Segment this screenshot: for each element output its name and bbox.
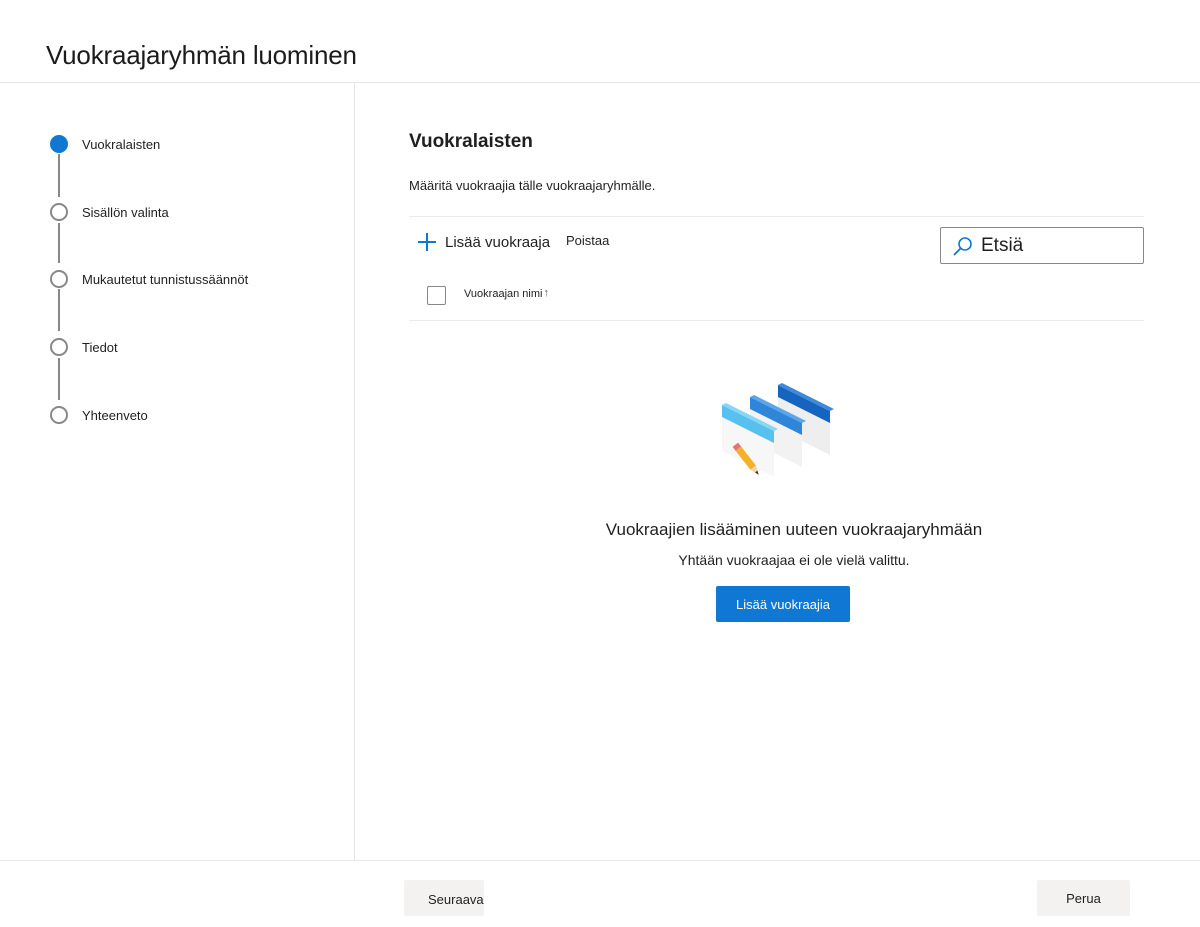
step-content-selection[interactable]: Sisällön valinta [50,202,169,222]
search-input[interactable] [981,234,1131,257]
step-label: Vuokralaisten [82,137,161,152]
select-all-checkbox[interactable] [427,286,446,305]
step-pending-dot-icon [50,270,68,288]
next-button[interactable]: Seuraava [404,880,484,916]
plus-icon [417,232,437,252]
section-description: Määritä vuokraajia tälle vuokraajaryhmäl… [409,178,656,193]
add-tenant-label: Lisää vuokraaja [445,233,551,251]
step-custom-rules[interactable]: Mukautetut tunnistussäännöt [50,269,248,289]
column-header-tenant-name[interactable]: Vuokraajan nimi ↑ [464,286,549,301]
toolbar-divider [409,216,1144,217]
add-tenants-button[interactable]: Lisää vuokraajia [716,586,850,622]
step-connector [58,154,60,197]
step-label: Sisällön valinta [82,205,169,220]
step-connector [58,358,60,400]
sort-up-icon: ↑ [543,286,549,299]
header-divider [0,82,1200,83]
step-current-dot-icon [50,135,68,153]
sidebar-divider [354,83,355,860]
section-heading: Vuokralaisten [409,131,533,152]
step-pending-dot-icon [50,203,68,221]
step-connector [58,289,60,331]
step-label: Tiedot [82,340,118,355]
footer-divider [0,860,1200,861]
step-summary[interactable]: Yhteenveto [50,405,148,425]
empty-state-title: Vuokraajien lisääminen uuteen vuokraajar… [605,520,983,539]
page-title: Vuokraajaryhmän luominen [46,40,357,70]
empty-state-illustration [722,383,834,477]
next-button-label: Seuraava [428,892,484,907]
empty-state-subtitle: Yhtään vuokraajaa ei ole vielä valittu. [678,552,910,568]
column-header-label: Vuokraajan nimi [464,288,543,300]
step-tenants[interactable]: Vuokralaisten [50,134,160,154]
cancel-button[interactable]: Perua [1037,880,1130,916]
search-icon [953,236,972,255]
wizard-stepper: Vuokralaisten Sisällön valinta Mukautetu… [50,134,350,434]
step-connector [58,223,60,263]
add-tenant-button[interactable]: Lisää vuokraaja [417,231,550,253]
step-pending-dot-icon [50,406,68,424]
step-label: Mukautetut tunnistussäännöt [82,272,249,287]
remove-button[interactable]: Poistaa [566,233,609,248]
step-label: Yhteenveto [82,408,148,423]
table-header-divider [409,320,1144,321]
step-pending-dot-icon [50,338,68,356]
step-details[interactable]: Tiedot [50,337,118,357]
search-box[interactable] [940,227,1144,264]
